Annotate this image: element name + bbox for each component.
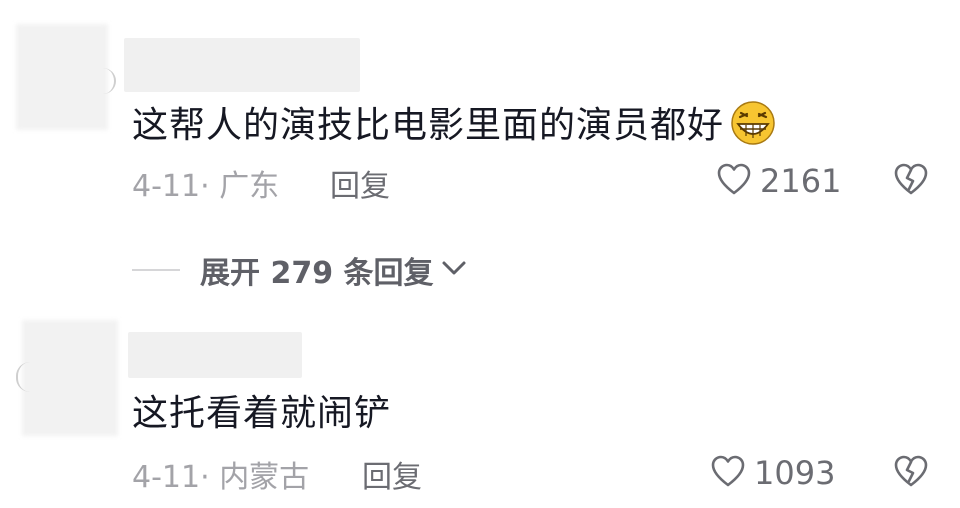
- avatar[interactable]: [22, 320, 118, 436]
- comment-meta: 4-11· 广东: [132, 161, 279, 205]
- expand-replies-label: 展开 279 条回复: [200, 256, 434, 291]
- reply-button[interactable]: 回复: [330, 161, 390, 205]
- comment-text-content: 这帮人的演技比电影里面的演员都好: [132, 105, 725, 146]
- broken-heart-icon: [892, 163, 930, 200]
- meta-separator: ·: [200, 460, 210, 495]
- username[interactable]: [124, 38, 360, 92]
- like-count: 2161: [760, 162, 842, 200]
- divider-line: [132, 269, 180, 271]
- avatar[interactable]: [16, 24, 108, 130]
- username[interactable]: [128, 332, 302, 378]
- comment-date: 4-11: [132, 169, 201, 204]
- expand-replies-button[interactable]: 展开 279 条回复: [132, 248, 468, 292]
- dislike-button[interactable]: [892, 454, 930, 492]
- dislike-button[interactable]: [892, 162, 930, 200]
- comment-meta: 4-11· 内蒙古: [132, 452, 309, 496]
- grinning-face-emoji-icon: [728, 100, 778, 155]
- like-button[interactable]: 1093: [710, 454, 835, 492]
- heart-icon: [716, 162, 752, 200]
- broken-heart-icon: [892, 455, 930, 492]
- comment-location: 内蒙古: [219, 460, 310, 495]
- meta-separator: ·: [200, 169, 210, 204]
- comment-text: 这帮人的演技比电影里面的演员都好: [132, 96, 778, 155]
- reply-button[interactable]: 回复: [362, 452, 422, 496]
- comment-date: 4-11: [132, 460, 201, 495]
- like-count: 1093: [754, 454, 836, 492]
- heart-icon: [710, 454, 746, 492]
- avatar-ring: [100, 68, 116, 94]
- comment-text: 这托看着就闹铲: [132, 393, 392, 434]
- avatar-ring: [16, 362, 32, 392]
- chevron-down-icon: [440, 258, 468, 282]
- comment-location: 广东: [219, 169, 280, 204]
- like-button[interactable]: 2161: [716, 162, 841, 200]
